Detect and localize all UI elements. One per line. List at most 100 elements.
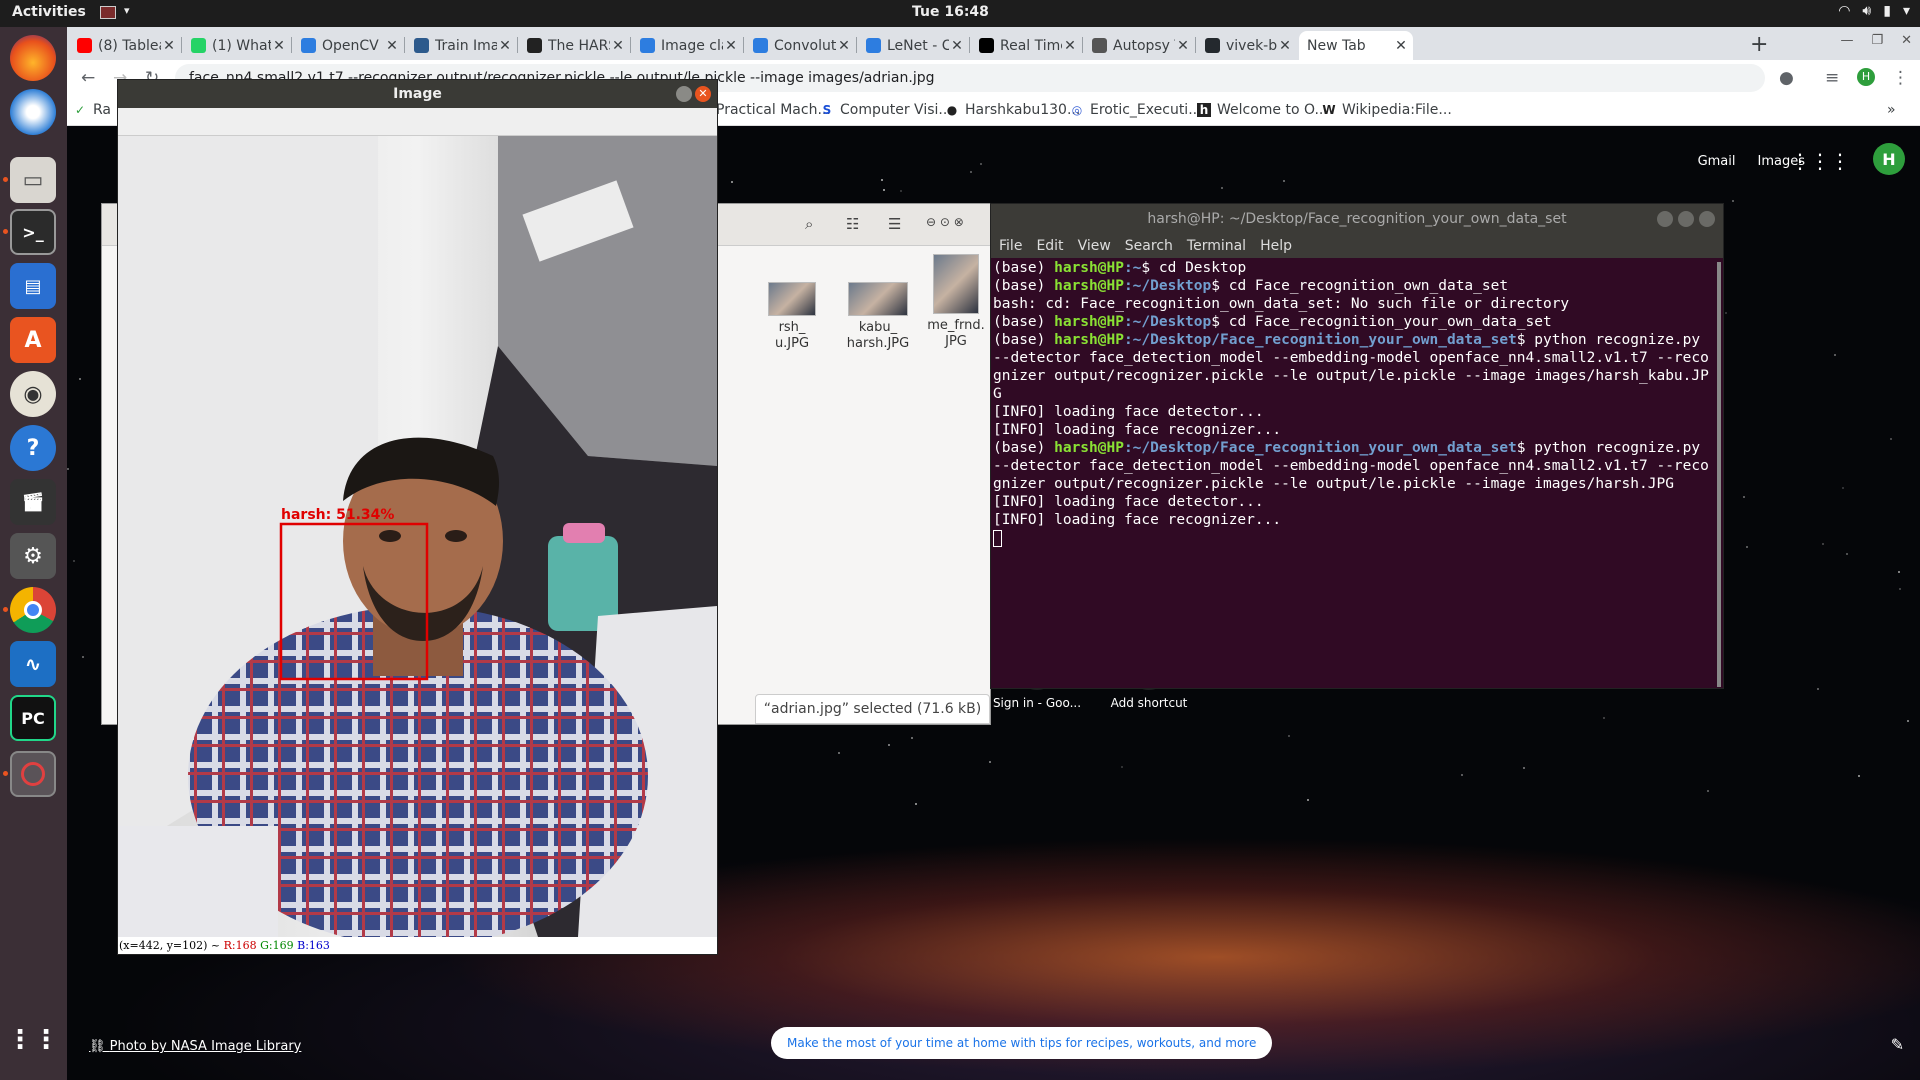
tab-item[interactable]: Train Imag✕ bbox=[406, 31, 517, 60]
tab-item[interactable]: The HARSH✕ bbox=[519, 31, 630, 60]
menu-item-view[interactable]: View bbox=[1078, 234, 1111, 258]
tab-item[interactable]: (1) WhatsA✕ bbox=[183, 31, 291, 60]
minimize-button[interactable] bbox=[676, 86, 692, 102]
close-tab-icon[interactable]: ✕ bbox=[723, 38, 739, 54]
firefox-icon[interactable] bbox=[10, 35, 56, 81]
tab-item[interactable]: Image clas✕ bbox=[632, 31, 743, 60]
maximize-button[interactable] bbox=[1678, 211, 1694, 227]
tab-item[interactable]: (8) Tableau✕ bbox=[69, 31, 181, 60]
close-tab-icon[interactable]: ✕ bbox=[271, 38, 287, 54]
close-tab-icon[interactable]: ✕ bbox=[949, 38, 965, 54]
close-icon[interactable]: ✕ bbox=[1901, 33, 1912, 48]
bookmark-item[interactable]: ✓ Ra bbox=[73, 102, 111, 118]
tab-item[interactable]: Real Time C✕ bbox=[971, 31, 1082, 60]
photo-credit-link[interactable]: ⛓ Photo by NASA Image Library bbox=[89, 1039, 301, 1054]
search-icon[interactable]: ⌕ bbox=[805, 215, 813, 233]
pycharm-icon[interactable]: PC bbox=[10, 695, 56, 741]
tab-separator bbox=[404, 37, 405, 53]
tab-item[interactable]: OpenCV Fa✕ bbox=[293, 31, 404, 60]
window-buttons[interactable]: ⊖ ⊙ ⊗ bbox=[926, 215, 964, 229]
video-icon[interactable]: 🎬︎ bbox=[10, 479, 56, 525]
file-item[interactable]: me_frnd. JPG bbox=[926, 254, 986, 350]
menu-icon[interactable]: ☰ bbox=[888, 215, 901, 233]
restore-icon[interactable]: ❐ bbox=[1871, 33, 1883, 48]
bookmark-item[interactable]: W Wikipedia:File... bbox=[1322, 102, 1451, 118]
close-tab-icon[interactable]: ✕ bbox=[1175, 38, 1191, 54]
activities-button[interactable]: Activities bbox=[12, 4, 86, 20]
file-item[interactable]: rsh_ u.JPG bbox=[762, 282, 822, 352]
menu-icon[interactable]: ⋮ bbox=[1892, 68, 1909, 88]
customize-pencil-icon[interactable]: ✎ bbox=[1891, 1035, 1904, 1054]
settings-icon[interactable]: ⚙ bbox=[10, 533, 56, 579]
terminal-line: [INFO] loading face recognizer... bbox=[993, 512, 1282, 528]
menu-item-edit[interactable]: Edit bbox=[1036, 234, 1063, 258]
account-avatar[interactable]: H bbox=[1873, 143, 1905, 175]
close-tab-icon[interactable]: ✕ bbox=[1062, 38, 1078, 54]
back-icon[interactable]: ← bbox=[81, 68, 95, 88]
tab-item[interactable]: Autopsy Tr✕ bbox=[1084, 31, 1195, 60]
chrome-icon[interactable] bbox=[10, 587, 56, 633]
menu-item-terminal[interactable]: Terminal bbox=[1187, 234, 1246, 258]
system-monitor-icon[interactable]: ∿ bbox=[10, 641, 56, 687]
star bbox=[838, 752, 840, 754]
rhythmbox-icon[interactable]: ◉ bbox=[10, 371, 56, 417]
close-tab-icon[interactable]: ✕ bbox=[384, 38, 400, 54]
image-window-titlebar[interactable]: Image ✕ bbox=[118, 80, 717, 108]
close-tab-icon[interactable]: ✕ bbox=[610, 38, 626, 54]
menu-item-search[interactable]: Search bbox=[1125, 234, 1173, 258]
close-tab-icon[interactable]: ✕ bbox=[161, 38, 177, 54]
p-icon bbox=[527, 38, 542, 53]
tab-item[interactable]: LeNet - Co✕ bbox=[858, 31, 969, 60]
menu-item-help[interactable]: Help bbox=[1260, 234, 1292, 258]
help-icon[interactable]: ? bbox=[10, 425, 56, 471]
file-item[interactable]: kabu_ harsh.JPG bbox=[833, 282, 923, 352]
close-button[interactable] bbox=[1699, 211, 1715, 227]
tab-item[interactable]: vivek-boml✕ bbox=[1197, 31, 1297, 60]
tab-new-tab[interactable]: New Tab ✕ bbox=[1299, 31, 1413, 60]
whatsapp-icon bbox=[191, 38, 206, 53]
bookmark-item[interactable]: ◎ Erotic_Executi... bbox=[1070, 102, 1202, 118]
detection-photo[interactable]: harsh: 51.34% bbox=[118, 136, 717, 937]
terminal-output[interactable]: (base) harsh@HP:~$ cd Desktop (base) hars… bbox=[993, 259, 1713, 689]
terminal-icon[interactable]: >_ bbox=[10, 209, 56, 255]
terminal-titlebar[interactable]: harsh@HP: ~/Desktop/Face_recognition_you… bbox=[991, 204, 1723, 234]
bookmark-item[interactable]: ● Harshkabu130... bbox=[945, 102, 1081, 118]
apps-grid-icon[interactable]: ⋮⋮⋮ bbox=[1790, 149, 1850, 173]
bookmark-item[interactable]: S Computer Visi... bbox=[820, 102, 952, 118]
promo-tip[interactable]: Make the most of your time at home with … bbox=[771, 1027, 1273, 1059]
close-tab-icon[interactable]: ✕ bbox=[1277, 38, 1293, 54]
close-tab-icon[interactable]: ✕ bbox=[836, 38, 852, 54]
software-icon[interactable]: A bbox=[10, 317, 56, 363]
gmail-link[interactable]: Gmail bbox=[1698, 154, 1736, 169]
thunderbird-icon[interactable] bbox=[10, 89, 56, 135]
playlist-icon[interactable]: ≡ bbox=[1825, 68, 1839, 88]
view-toggle-icon[interactable]: ☷ bbox=[846, 215, 859, 233]
chevron-down-icon[interactable]: ▾ bbox=[124, 4, 130, 17]
tab-item[interactable]: Convolutio✕ bbox=[745, 31, 856, 60]
clock[interactable]: Tue 16:48 bbox=[912, 4, 989, 20]
opencv-window-icon[interactable] bbox=[10, 751, 56, 797]
image-thumbnail bbox=[848, 282, 908, 316]
tab-title: LeNet - Co bbox=[887, 37, 949, 54]
selection-status: “adrian.jpg” selected (71.6 kB) bbox=[755, 694, 990, 724]
bookmark-item[interactable]: h Welcome to O... bbox=[1197, 102, 1328, 118]
extension-icon[interactable]: ● bbox=[1779, 68, 1794, 88]
terminal-scrollbar[interactable] bbox=[1717, 262, 1721, 687]
profile-avatar[interactable]: H bbox=[1857, 68, 1875, 86]
close-tab-icon[interactable]: ✕ bbox=[497, 38, 513, 54]
minimize-icon[interactable]: — bbox=[1840, 33, 1853, 48]
app-menu-icon[interactable] bbox=[100, 6, 116, 19]
close-button[interactable]: ✕ bbox=[695, 86, 711, 102]
files-icon[interactable]: ▭ bbox=[10, 157, 56, 203]
show-applications-icon[interactable]: ⋮⋮ bbox=[7, 1017, 59, 1063]
menu-item-file[interactable]: File bbox=[999, 234, 1022, 258]
env-prefix: (base) bbox=[993, 260, 1055, 276]
more-bookmarks-icon[interactable]: » bbox=[1887, 102, 1896, 118]
new-tab-button[interactable]: + bbox=[1750, 32, 1768, 57]
writer-icon[interactable]: ▤ bbox=[10, 263, 56, 309]
system-tray[interactable]: ◠ 🔊︎ ▮ ▾ bbox=[1838, 3, 1910, 19]
minimize-button[interactable] bbox=[1657, 211, 1673, 227]
tab-separator bbox=[856, 37, 857, 53]
close-tab-icon[interactable]: ✕ bbox=[1393, 38, 1409, 54]
chrome-blue-icon: ◎ bbox=[1071, 103, 1083, 117]
